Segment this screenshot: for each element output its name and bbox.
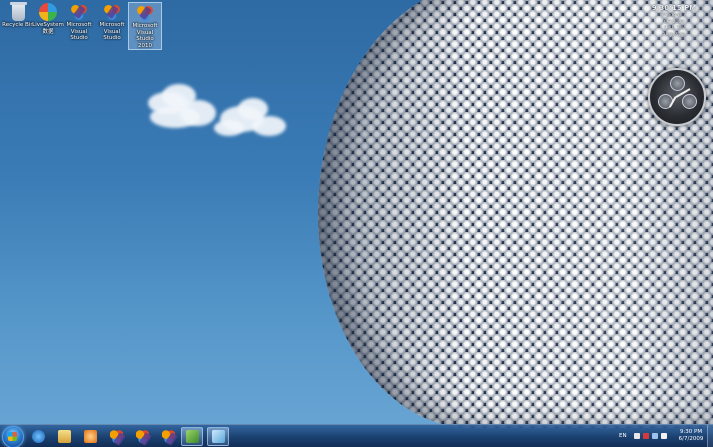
folder-icon <box>57 430 71 443</box>
clock-gadget[interactable]: 9:30:15 PM Windows 7 6/7/2009 CPU: 3% RA… <box>645 4 703 64</box>
taskbar-clock[interactable]: 9:30 PM 6/7/2009 <box>676 429 706 443</box>
visual-studio-icon <box>103 3 121 21</box>
taskbar-paint[interactable] <box>207 427 229 446</box>
network-icon <box>185 430 199 443</box>
clock-dial <box>682 94 697 109</box>
start-orb-icon[interactable] <box>2 426 24 447</box>
desktop-icon-live-system[interactable]: LiveSystem 数据 <box>32 2 64 35</box>
taskbar-windows-explorer[interactable] <box>53 427 75 446</box>
visual-studio-icon <box>136 4 154 22</box>
taskbar-visual-studio[interactable] <box>105 427 127 446</box>
media-player-icon <box>83 430 97 443</box>
security-icon[interactable] <box>643 433 649 439</box>
recycle-bin-icon <box>9 2 27 21</box>
taskbar-network-app[interactable] <box>181 427 203 446</box>
taskbar-media-player[interactable] <box>79 427 101 446</box>
desktop-icon-label: Microsoft Visual Studio 2010 <box>132 23 158 49</box>
desktop-icon-label: LiveSystem 数据 <box>32 22 64 35</box>
paint-icon <box>211 430 225 443</box>
desktop: Recycle Bin LiveSystem 数据 Microsoft Visu… <box>0 0 713 447</box>
visual-studio-icon <box>109 430 123 443</box>
desktop-icon-label: Microsoft Visual Studio <box>66 22 92 41</box>
clock-dial <box>670 76 685 91</box>
taskbar-date: 6/7/2009 <box>678 436 704 442</box>
network-status-icon[interactable] <box>652 433 658 439</box>
action-center-icon[interactable] <box>634 433 640 439</box>
notification-area: EN 9:30 PM 6/7/2009 <box>616 425 713 447</box>
desktop-icon-visual-studio[interactable]: Microsoft Visual Studio <box>96 2 128 42</box>
live-system-icon <box>39 3 57 21</box>
desktop-icon-visual-studio-2010[interactable]: Microsoft Visual Studio 2010 <box>128 2 162 50</box>
taskbar-visual-studio[interactable] <box>131 427 153 446</box>
visual-studio-icon <box>70 3 88 21</box>
desktop-icon-visual-studio[interactable]: Microsoft Visual Studio <box>63 2 95 42</box>
internet-explorer-icon <box>31 430 45 443</box>
volume-icon[interactable] <box>661 433 667 439</box>
desktop-icon-recycle-bin[interactable]: Recycle Bin <box>2 2 34 29</box>
analog-clock-icon[interactable] <box>648 68 706 126</box>
wallpaper-shading <box>318 0 713 428</box>
language-indicator[interactable]: EN <box>619 433 627 439</box>
visual-studio-icon <box>135 430 149 443</box>
taskbar: EN 9:30 PM 6/7/2009 <box>0 424 713 447</box>
desktop-icon-label: Recycle Bin <box>2 22 34 28</box>
taskbar-time: 9:30 PM <box>679 429 703 435</box>
desktop-icon-label: Microsoft Visual Studio <box>99 22 125 41</box>
visual-studio-icon <box>161 430 175 443</box>
gadget-time: 9:30:15 PM <box>651 4 697 12</box>
taskbar-visual-studio[interactable] <box>157 427 179 446</box>
show-desktop-button[interactable] <box>707 425 713 447</box>
taskbar-internet-explorer[interactable] <box>27 427 49 446</box>
gadget-line: RAM: 52% <box>662 32 686 38</box>
